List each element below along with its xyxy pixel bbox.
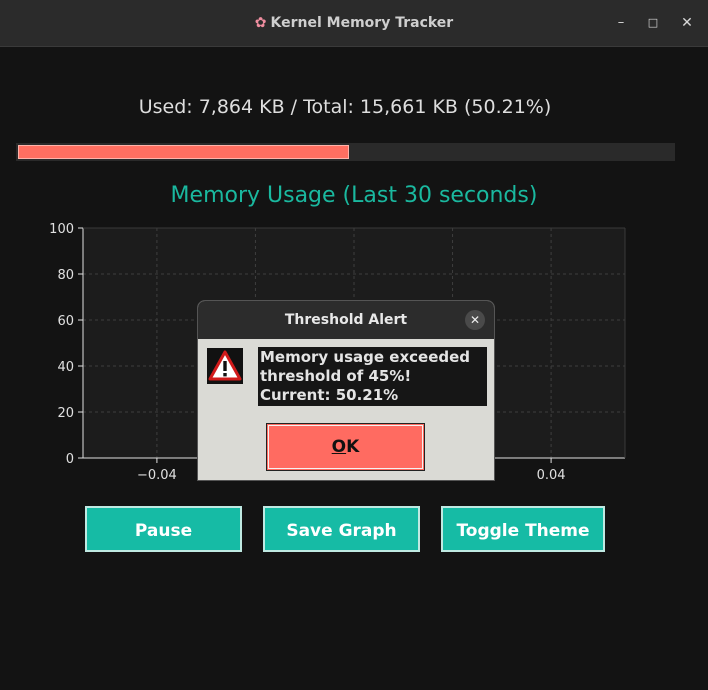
close-window-button[interactable]: ✕: [677, 13, 697, 33]
window-title-text: Kernel Memory Tracker: [270, 15, 454, 31]
dialog-title: Threshold Alert: [284, 312, 408, 328]
y-tick-label: 80: [57, 268, 74, 283]
warning-icon: [207, 348, 243, 384]
alert-message-line: Current: 50.21%: [260, 386, 399, 404]
y-tick-label: 0: [66, 452, 74, 467]
threshold-alert-dialog: Threshold Alert ✕ Memory usage exceeded …: [197, 300, 495, 481]
ok-button[interactable]: OK: [266, 423, 425, 471]
y-tick-label: 100: [49, 222, 74, 237]
memory-progress-fill: [18, 145, 349, 159]
pause-button[interactable]: Pause: [85, 506, 242, 552]
window-title: ✿ Kernel Memory Tracker: [0, 0, 708, 46]
x-tick-label: −0.04: [137, 468, 177, 483]
dialog-close-button[interactable]: ✕: [465, 310, 485, 330]
save-graph-button[interactable]: Save Graph: [263, 506, 420, 552]
toggle-theme-button[interactable]: Toggle Theme: [441, 506, 605, 552]
minimize-button[interactable]: –: [611, 13, 631, 33]
alert-message-line: Memory usage exceeded: [260, 348, 471, 366]
ok-mnemonic: O: [331, 437, 347, 457]
y-tick-label: 60: [57, 314, 74, 329]
alert-message: Memory usage exceeded threshold of 45%! …: [258, 347, 487, 406]
memory-usage-label: Used: 7,864 KB / Total: 15,661 KB (50.21…: [138, 96, 552, 118]
brain-icon: ✿: [254, 15, 267, 31]
chart-title: Memory Usage (Last 30 seconds): [170, 183, 538, 208]
memory-progress-bar: [16, 143, 675, 161]
alert-message-line: threshold of 45%!: [260, 367, 412, 385]
maximize-button[interactable]: □: [643, 13, 663, 33]
y-tick-label: 40: [57, 360, 74, 375]
title-bar: ✿ Kernel Memory Tracker – □ ✕: [0, 0, 708, 47]
y-tick-label: 20: [57, 406, 74, 421]
x-tick-label: 0.04: [537, 468, 566, 483]
ok-label-rest: K: [346, 437, 360, 457]
dialog-header: Threshold Alert ✕: [198, 301, 494, 339]
